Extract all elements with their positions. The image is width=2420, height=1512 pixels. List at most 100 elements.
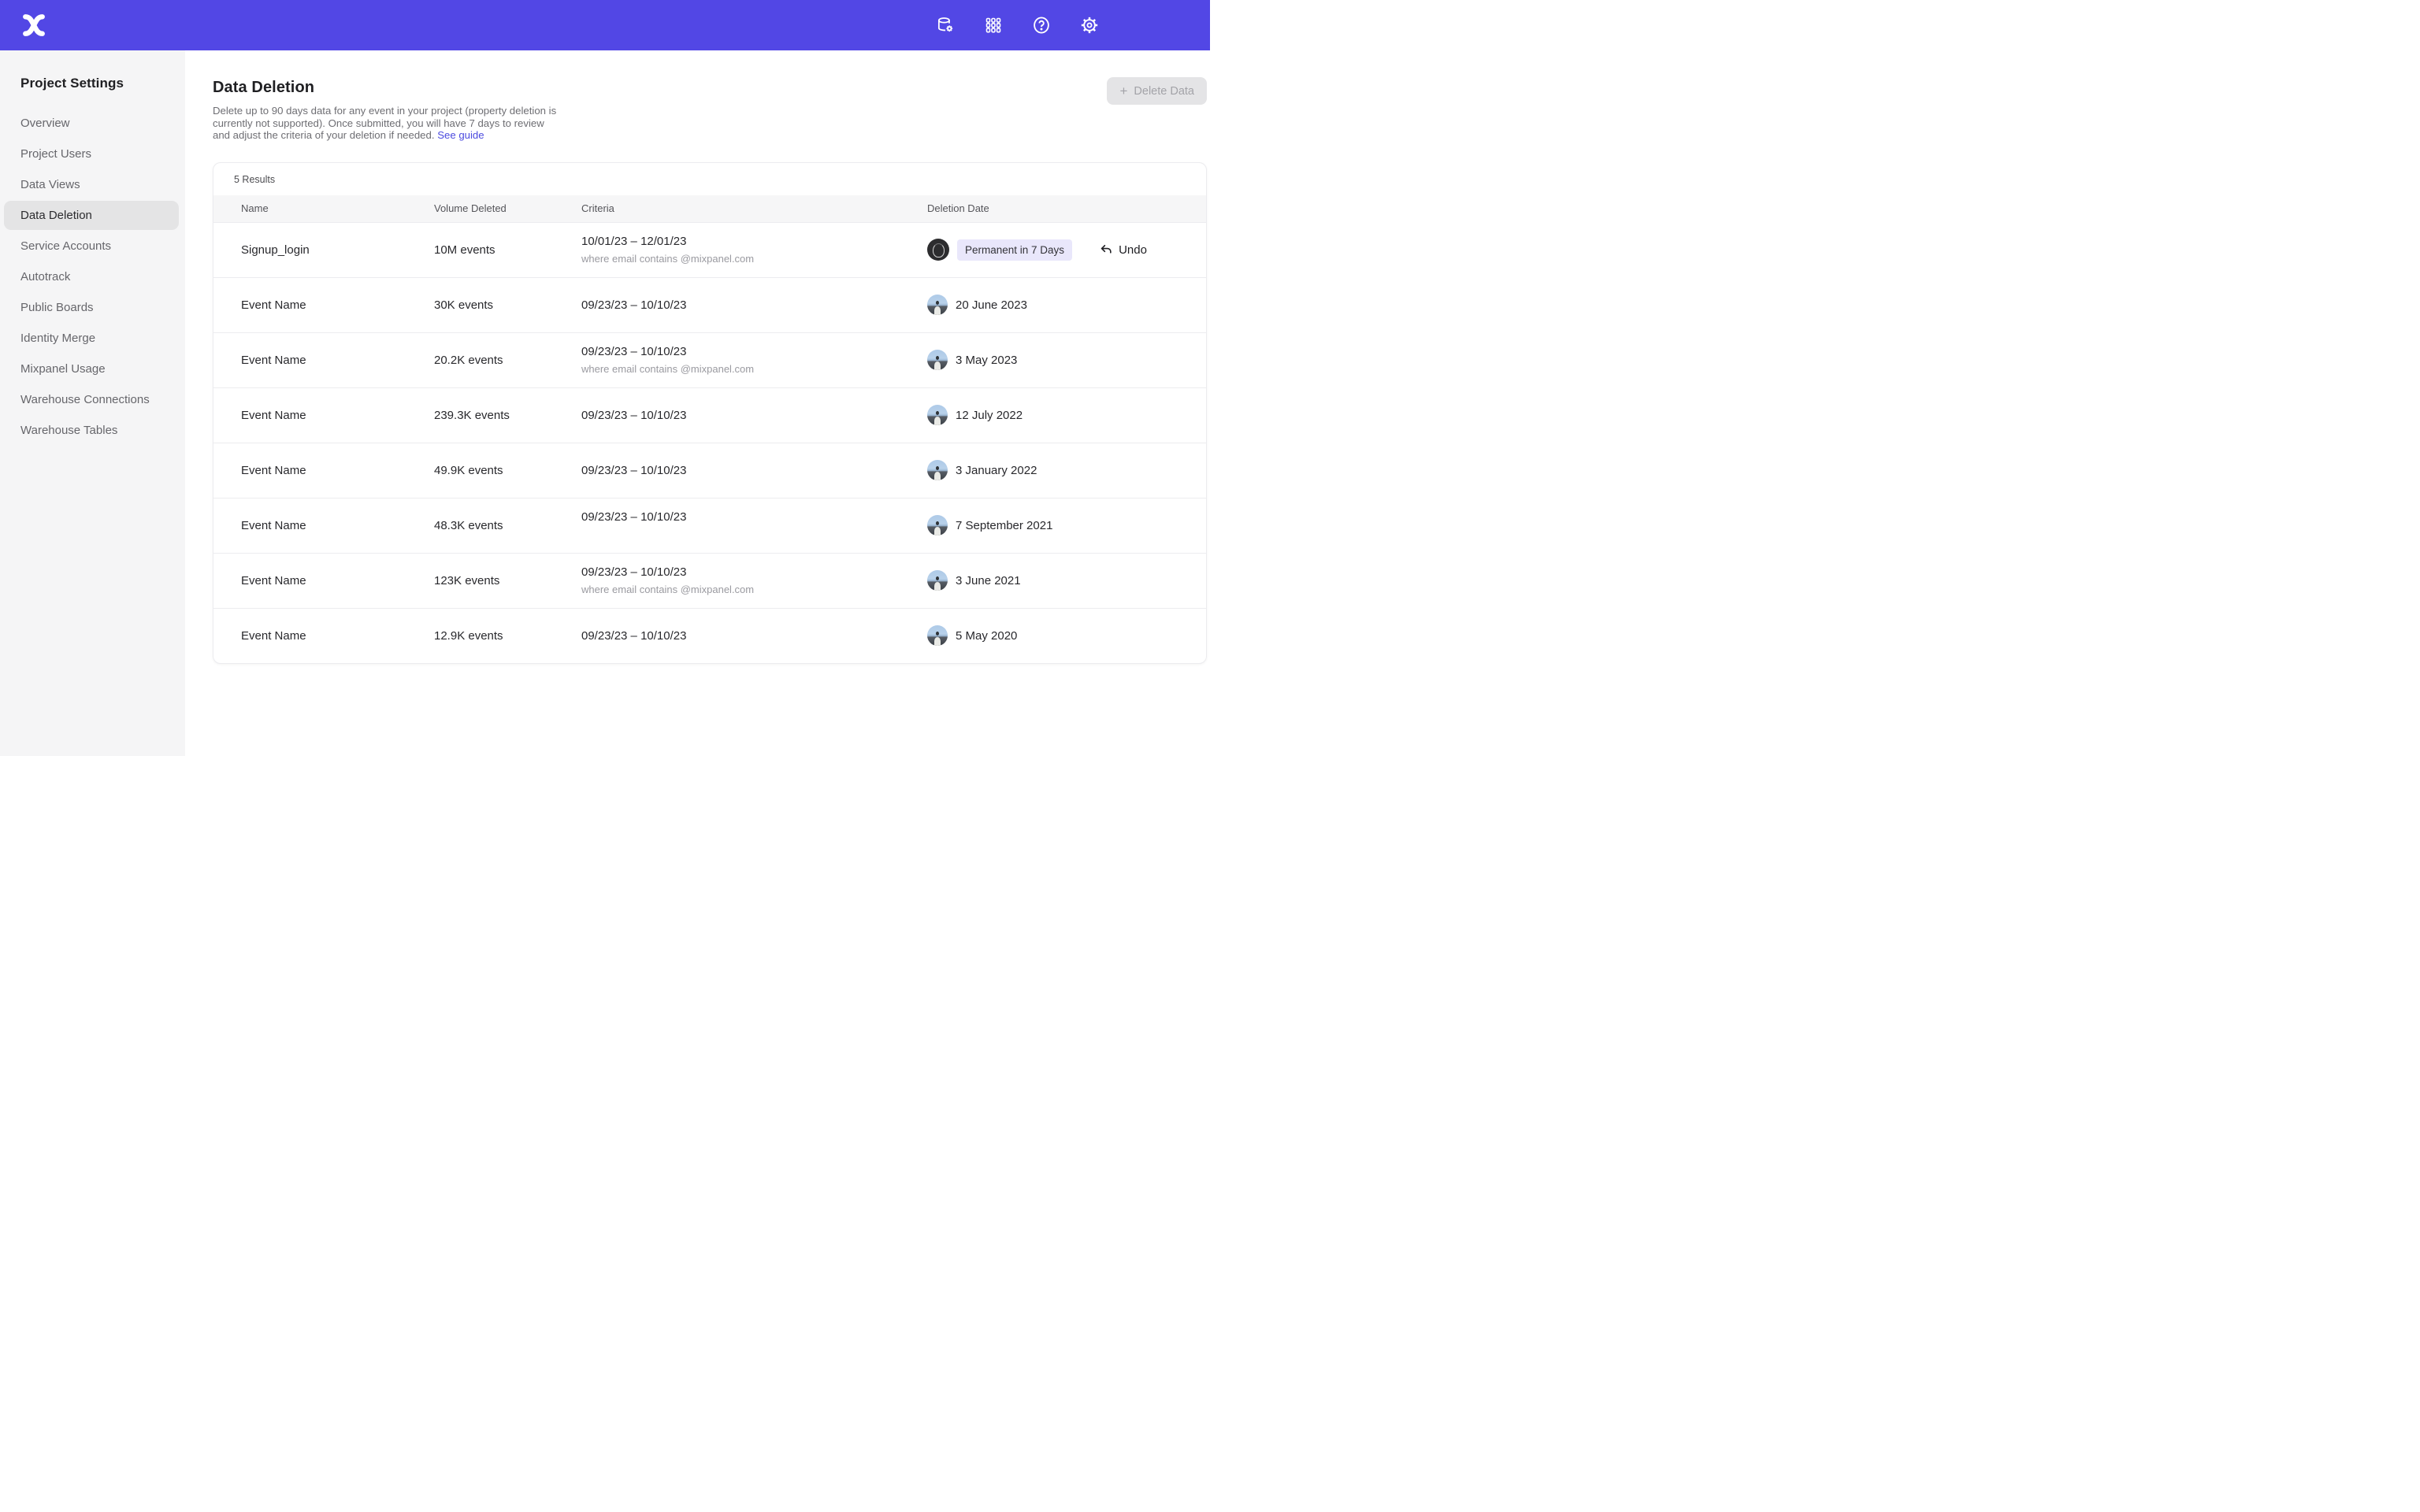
settings-gear-icon[interactable] (1075, 11, 1104, 39)
row-criteria-subtext: where email contains @mixpanel.com (581, 584, 927, 595)
row-deletion-date-cell: 20 June 2023 (927, 295, 1206, 315)
row-criteria: 09/23/23 – 10/10/23 (581, 464, 927, 477)
plus-icon: + (1119, 84, 1127, 98)
mixpanel-logo-icon (22, 13, 46, 37)
deletion-date: 5 May 2020 (956, 629, 1017, 643)
row-criteria: 09/23/23 – 10/10/23 (581, 345, 927, 358)
row-deletion-date-cell: 7 September 2021 (927, 515, 1206, 536)
user-avatar (927, 460, 948, 480)
table-row: Event Name 48.3K events 09/23/23 – 10/10… (213, 498, 1206, 553)
user-avatar (927, 239, 949, 261)
row-deletion-date-cell: 3 January 2022 (927, 460, 1206, 480)
row-criteria-subtext (581, 528, 927, 540)
row-volume-deleted: 49.9K events (434, 464, 581, 477)
page-title: Data Deletion (213, 79, 1207, 97)
row-name: Event Name (241, 574, 434, 587)
column-header-volume-deleted: Volume Deleted (434, 202, 581, 214)
row-deletion-date-cell: 3 May 2023 (927, 350, 1206, 370)
undo-button[interactable]: Undo (1099, 243, 1147, 257)
sidebar-item-data-views[interactable]: Data Views (4, 170, 179, 199)
table-row: Event Name 49.9K events 09/23/23 – 10/10… (213, 443, 1206, 498)
user-avatar (927, 295, 948, 315)
row-criteria: 10/01/23 – 12/01/23 (581, 235, 927, 248)
user-avatar (927, 350, 948, 370)
page-description: Delete up to 90 days data for any event … (213, 105, 561, 142)
sidebar-item-autotrack[interactable]: Autotrack (4, 262, 179, 291)
deletion-date: 20 June 2023 (956, 298, 1027, 312)
table-row: Event Name 30K events 09/23/23 – 10/10/2… (213, 277, 1206, 332)
table-row: Event Name 123K events 09/23/23 – 10/10/… (213, 553, 1206, 608)
row-name: Event Name (241, 464, 434, 477)
row-volume-deleted: 12.9K events (434, 629, 581, 643)
sidebar-item-overview[interactable]: Overview (4, 109, 179, 138)
table-row: Event Name 20.2K events 09/23/23 – 10/10… (213, 332, 1206, 387)
delete-data-label: Delete Data (1134, 85, 1194, 98)
sidebar-item-warehouse-connections[interactable]: Warehouse Connections (4, 385, 179, 414)
sidebar-nav: OverviewProject UsersData ViewsData Dele… (0, 109, 185, 445)
row-volume-deleted: 30K events (434, 298, 581, 312)
row-deletion-date-cell: Permanent in 7 Days Undo (927, 239, 1206, 261)
undo-icon (1099, 243, 1113, 257)
sidebar-item-identity-merge[interactable]: Identity Merge (4, 324, 179, 353)
row-criteria: 09/23/23 – 10/10/23 (581, 510, 927, 524)
row-criteria: 09/23/23 – 10/10/23 (581, 565, 927, 579)
deletion-date: 3 January 2022 (956, 464, 1037, 477)
row-criteria: 09/23/23 – 10/10/23 (581, 298, 927, 312)
deletion-date: 7 September 2021 (956, 519, 1052, 532)
row-volume-deleted: 123K events (434, 574, 581, 587)
table-row: Signup_login 10M events 10/01/23 – 12/01… (213, 222, 1206, 277)
topbar-icons (931, 11, 1104, 39)
deletion-date: 12 July 2022 (956, 409, 1023, 422)
sidebar-heading: Project Settings (0, 76, 185, 91)
pending-deletion-badge: Permanent in 7 Days (957, 239, 1072, 261)
deletion-date: 3 June 2021 (956, 574, 1021, 587)
results-count: 5 Results (213, 163, 1206, 195)
row-deletion-date-cell: 12 July 2022 (927, 405, 1206, 425)
main-content: Data Deletion Delete up to 90 days data … (185, 50, 1210, 756)
apps-grid-icon[interactable] (979, 11, 1008, 39)
user-avatar (927, 625, 948, 646)
user-avatar (927, 570, 948, 591)
row-volume-deleted: 239.3K events (434, 409, 581, 422)
see-guide-link[interactable]: See guide (437, 129, 484, 141)
table-row: Event Name 239.3K events 09/23/23 – 10/1… (213, 387, 1206, 443)
user-avatar (927, 515, 948, 536)
table-body: Signup_login 10M events 10/01/23 – 12/01… (213, 222, 1206, 663)
deletion-date: 3 May 2023 (956, 354, 1017, 367)
page-description-text: Delete up to 90 days data for any event … (213, 105, 556, 141)
table-row: Event Name 12.9K events 09/23/23 – 10/10… (213, 608, 1206, 663)
row-volume-deleted: 48.3K events (434, 519, 581, 532)
column-header-deletion-date: Deletion Date (927, 202, 1206, 214)
sidebar-item-data-deletion[interactable]: Data Deletion (4, 201, 179, 230)
sidebar-item-service-accounts[interactable]: Service Accounts (4, 232, 179, 261)
row-criteria-subtext: where email contains @mixpanel.com (581, 363, 927, 375)
deletion-requests-card: 5 Results Name Volume Deleted Criteria D… (213, 162, 1207, 664)
delete-data-button[interactable]: + Delete Data (1107, 77, 1207, 105)
sidebar-item-warehouse-tables[interactable]: Warehouse Tables (4, 416, 179, 445)
user-avatar (927, 405, 948, 425)
row-volume-deleted: 20.2K events (434, 354, 581, 367)
help-icon[interactable] (1027, 11, 1056, 39)
row-criteria: 09/23/23 – 10/10/23 (581, 629, 927, 643)
project-settings-sidebar: Project Settings OverviewProject UsersDa… (0, 50, 185, 756)
row-name: Event Name (241, 354, 434, 367)
row-criteria-subtext: where email contains @mixpanel.com (581, 253, 927, 265)
row-criteria: 09/23/23 – 10/10/23 (581, 409, 927, 422)
row-name: Event Name (241, 629, 434, 643)
row-volume-deleted: 10M events (434, 243, 581, 257)
column-header-name: Name (241, 202, 434, 214)
sidebar-item-public-boards[interactable]: Public Boards (4, 293, 179, 322)
column-header-criteria: Criteria (581, 202, 927, 214)
row-name: Event Name (241, 298, 434, 312)
row-deletion-date-cell: 5 May 2020 (927, 625, 1206, 646)
top-navigation-bar (0, 0, 1210, 50)
mixpanel-logo[interactable] (20, 12, 47, 39)
row-name: Event Name (241, 519, 434, 532)
row-deletion-date-cell: 3 June 2021 (927, 570, 1206, 591)
row-name: Event Name (241, 409, 434, 422)
sidebar-item-mixpanel-usage[interactable]: Mixpanel Usage (4, 354, 179, 384)
data-management-icon[interactable] (931, 11, 959, 39)
table-header-row: Name Volume Deleted Criteria Deletion Da… (213, 195, 1206, 222)
sidebar-item-project-users[interactable]: Project Users (4, 139, 179, 169)
row-name: Signup_login (241, 243, 434, 257)
